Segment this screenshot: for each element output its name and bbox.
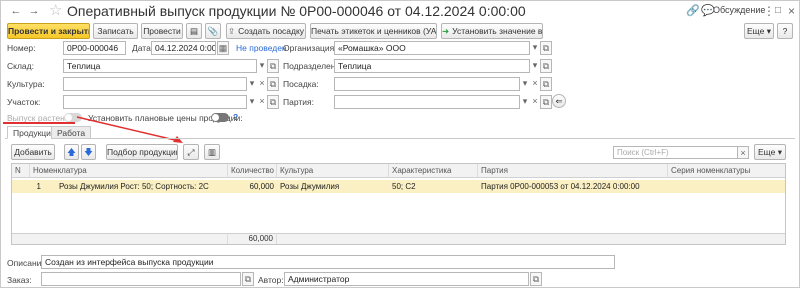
column-header-n[interactable]: N <box>12 164 30 178</box>
cell-characteristic: 50; С2 <box>392 182 416 191</box>
move-down-button[interactable]: 🡇 <box>81 144 96 160</box>
chevron-down-icon: ▾ <box>777 147 782 157</box>
column-header-item[interactable]: Номенклатура <box>30 164 228 178</box>
table-row[interactable]: 1 Розы Джумилия Рост: 50; Сортность: 2С … <box>12 180 785 193</box>
pick-products-button[interactable]: Подбор продукции <box>106 144 178 160</box>
table-search-input[interactable]: Поиск (Ctrl+F) <box>613 146 749 159</box>
author-label: Автор: <box>258 275 284 285</box>
search-clear-icon[interactable]: × <box>737 146 749 159</box>
expand-icon: ⤢ <box>187 147 195 157</box>
description-field[interactable]: Создан из интерфейса выпуска продукции <box>41 255 615 269</box>
table-more-dropdown-button[interactable]: Еще ▾ <box>754 144 786 160</box>
arrow-up-icon: 🡅 <box>67 147 76 157</box>
move-up-button[interactable]: 🡅 <box>64 144 79 160</box>
cell-series <box>668 180 785 193</box>
order-field[interactable] <box>41 272 241 286</box>
barcode-icon: ▥ <box>207 147 217 157</box>
tabs-divider <box>5 138 795 139</box>
tab-work[interactable]: Работа <box>51 126 92 139</box>
table-footer-left <box>12 233 228 244</box>
expand-button[interactable]: ⤢ <box>183 144 199 160</box>
barcode-button[interactable]: ▥ <box>204 144 220 160</box>
column-header-batch[interactable]: Партия <box>478 164 668 178</box>
author-open-link-icon[interactable]: ⧉ <box>530 272 542 286</box>
order-label: Заказ: <box>7 275 32 285</box>
table-footer-total-qty: 60,000 <box>228 233 277 244</box>
table-footer-right <box>277 233 785 244</box>
column-header-characteristic[interactable]: Характеристика <box>389 164 478 178</box>
add-row-button[interactable]: Добавить <box>11 144 55 160</box>
column-header-series[interactable]: Серия номенклатуры <box>668 164 785 178</box>
order-open-link-icon[interactable]: ⧉ <box>242 272 254 286</box>
cell-n: 1 <box>36 182 41 191</box>
author-field[interactable]: Администратор <box>284 272 529 286</box>
cell-qty: 60,000 <box>249 182 274 191</box>
column-header-culture[interactable]: Культура <box>277 164 389 178</box>
document-window: ← → ☆ Оперативный выпуск продукции № 0Р0… <box>0 0 800 288</box>
column-header-qty[interactable]: Количество <box>228 164 277 178</box>
cell-item: Розы Джумилия Рост: 50; Сортность: 2С <box>59 182 209 191</box>
cell-batch: Партия 0Р00-000053 от 04.12.2024 0:00:00 <box>481 182 640 191</box>
products-table[interactable]: N Номенклатура Количество Культура Харак… <box>11 163 786 245</box>
cell-culture: Розы Джумилия <box>280 182 340 191</box>
arrow-down-icon: 🡇 <box>84 147 93 157</box>
table-more-label: Еще <box>758 147 776 157</box>
